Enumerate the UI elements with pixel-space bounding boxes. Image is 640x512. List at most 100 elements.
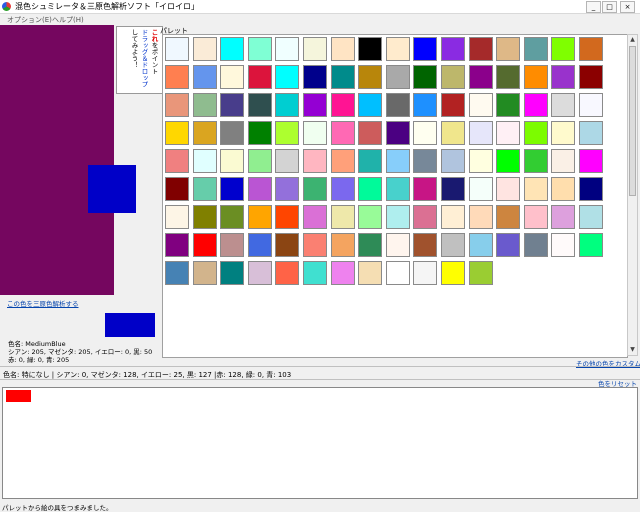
palette-swatch[interactable] — [220, 37, 245, 61]
palette-swatch[interactable] — [441, 177, 465, 201]
palette-swatch[interactable] — [192, 149, 217, 173]
palette-swatch[interactable] — [275, 205, 300, 229]
mix-target-canvas[interactable] — [0, 25, 114, 295]
palette-swatch[interactable] — [358, 121, 383, 145]
palette-swatch[interactable] — [523, 37, 548, 61]
palette-swatch[interactable] — [192, 261, 217, 285]
palette-swatch[interactable] — [441, 205, 465, 229]
palette-swatch[interactable] — [330, 177, 355, 201]
palette-swatch[interactable] — [468, 205, 493, 229]
palette-swatch[interactable] — [496, 121, 521, 145]
palette-swatch[interactable] — [192, 233, 217, 257]
palette-swatch[interactable] — [551, 233, 576, 257]
palette-swatch[interactable] — [496, 149, 521, 173]
palette-swatch[interactable] — [413, 65, 438, 89]
palette-swatch[interactable] — [165, 261, 189, 285]
palette-swatch[interactable] — [247, 177, 272, 201]
palette-swatch[interactable] — [247, 149, 272, 173]
palette-swatch[interactable] — [468, 233, 493, 257]
palette-swatch[interactable] — [551, 37, 576, 61]
palette-swatch[interactable] — [275, 65, 300, 89]
close-button[interactable]: × — [620, 1, 635, 13]
dropped-color-square[interactable] — [88, 165, 136, 213]
palette-swatch[interactable] — [275, 37, 300, 61]
palette-swatch[interactable] — [220, 205, 245, 229]
scroll-up-arrow-icon[interactable]: ▲ — [628, 35, 637, 45]
palette-swatch[interactable] — [523, 149, 548, 173]
palette-swatch[interactable] — [468, 261, 493, 285]
palette-swatch[interactable] — [358, 233, 383, 257]
palette-swatch[interactable] — [220, 233, 245, 257]
palette-swatch[interactable] — [247, 261, 272, 285]
palette-swatch[interactable] — [523, 205, 548, 229]
palette-swatch[interactable] — [385, 37, 410, 61]
palette-swatch[interactable] — [220, 65, 245, 89]
palette-swatch[interactable] — [192, 205, 217, 229]
palette-swatch[interactable] — [496, 93, 521, 117]
palette-swatch[interactable] — [330, 121, 355, 145]
palette-swatch[interactable] — [165, 37, 189, 61]
palette-swatch[interactable] — [247, 37, 272, 61]
palette-swatch[interactable] — [165, 121, 189, 145]
palette-swatch[interactable] — [441, 233, 465, 257]
palette-swatch[interactable] — [220, 261, 245, 285]
palette-swatch[interactable] — [551, 149, 576, 173]
scroll-thumb[interactable] — [629, 46, 636, 196]
palette-swatch[interactable] — [579, 233, 603, 257]
palette-swatch[interactable] — [441, 93, 465, 117]
palette-swatch[interactable] — [551, 205, 576, 229]
palette-swatch[interactable] — [165, 233, 189, 257]
palette-swatch[interactable] — [220, 177, 245, 201]
palette-swatch[interactable] — [385, 205, 410, 229]
mixed-paint-area[interactable] — [2, 387, 638, 499]
palette-swatch[interactable] — [303, 93, 327, 117]
palette-swatch[interactable] — [468, 65, 493, 89]
maximize-button[interactable]: □ — [602, 1, 617, 13]
palette-swatch[interactable] — [192, 121, 217, 145]
palette-swatch[interactable] — [551, 177, 576, 201]
palette-swatch[interactable] — [579, 177, 603, 201]
palette-swatch[interactable] — [330, 233, 355, 257]
palette-swatch[interactable] — [413, 205, 438, 229]
palette-swatch[interactable] — [358, 37, 383, 61]
palette-swatch[interactable] — [385, 261, 410, 285]
palette-swatch[interactable] — [303, 177, 327, 201]
palette-swatch[interactable] — [523, 93, 548, 117]
palette-swatch[interactable] — [413, 233, 438, 257]
palette-swatch[interactable] — [247, 205, 272, 229]
palette-swatch[interactable] — [165, 149, 189, 173]
palette-swatch[interactable] — [413, 149, 438, 173]
palette-swatch[interactable] — [303, 121, 327, 145]
palette-swatch[interactable] — [358, 65, 383, 89]
menu-options[interactable]: オプション(E) — [7, 15, 52, 25]
palette-swatch[interactable] — [358, 177, 383, 201]
mixed-paint-chip[interactable] — [6, 390, 31, 402]
palette-swatch[interactable] — [468, 149, 493, 173]
palette-swatch[interactable] — [413, 177, 438, 201]
palette-swatch[interactable] — [496, 65, 521, 89]
palette-swatch[interactable] — [330, 93, 355, 117]
palette-swatch[interactable] — [330, 149, 355, 173]
palette-swatch[interactable] — [468, 37, 493, 61]
palette-swatch[interactable] — [468, 177, 493, 201]
palette-swatch[interactable] — [275, 149, 300, 173]
palette-swatch[interactable] — [303, 261, 327, 285]
palette-swatch[interactable] — [275, 121, 300, 145]
palette-swatch[interactable] — [358, 205, 383, 229]
palette-swatch[interactable] — [385, 233, 410, 257]
palette-swatch[interactable] — [441, 65, 465, 89]
palette-swatch[interactable] — [220, 121, 245, 145]
menu-help[interactable]: ヘルプ(H) — [52, 15, 84, 25]
palette-swatch[interactable] — [192, 65, 217, 89]
palette-swatch[interactable] — [551, 121, 576, 145]
palette-swatch[interactable] — [579, 205, 603, 229]
palette-scrollbar[interactable]: ▲ ▼ — [627, 34, 638, 356]
palette-swatch[interactable] — [358, 93, 383, 117]
palette-swatch[interactable] — [441, 121, 465, 145]
palette-swatch[interactable] — [385, 65, 410, 89]
palette-swatch[interactable] — [303, 149, 327, 173]
palette-swatch[interactable] — [579, 37, 603, 61]
palette-swatch[interactable] — [220, 149, 245, 173]
palette-swatch[interactable] — [165, 93, 189, 117]
palette-swatch[interactable] — [551, 93, 576, 117]
